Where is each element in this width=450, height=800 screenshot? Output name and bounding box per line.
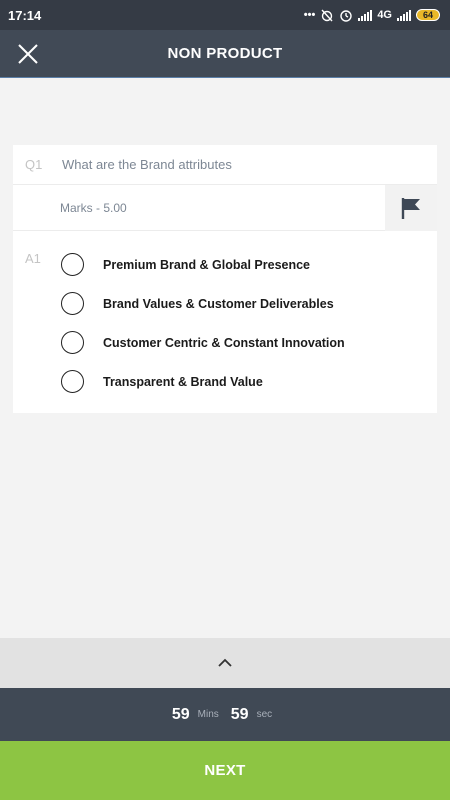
timer-seconds: 59 [230,705,249,723]
answer-option-label: Customer Centric & Constant Innovation [103,335,345,350]
answer-option[interactable]: Customer Centric & Constant Innovation [13,323,437,362]
chevron-up-icon [218,658,232,667]
collapse-toggle[interactable] [0,638,450,688]
question-text: What are the Brand attributes [62,157,232,172]
answer-option-label: Premium Brand & Global Presence [103,257,311,272]
answer-option-label: Brand Values & Customer Deliverables [103,296,334,311]
marks-row: Marks - 5.00 [13,184,437,231]
more-dots-icon: ••• [303,9,316,21]
radio-button[interactable] [61,370,84,393]
answer-option-label: Transparent & Brand Value [103,374,263,389]
answer-option[interactable]: Transparent & Brand Value [13,362,437,401]
marks-label: Marks - 5.00 [60,200,127,215]
close-icon [18,44,38,64]
radio-button[interactable] [61,331,84,354]
network-type: 4G [377,9,392,21]
signal-icon-2 [397,9,411,21]
status-icons: ••• 4G 64 [304,8,440,22]
status-bar: 17:14 ••• 4G 64 [0,0,450,30]
flag-icon [401,197,420,219]
answer-list: A1 Premium Brand & Global Presence Brand… [13,231,437,401]
answer-option[interactable]: Premium Brand & Global Presence [13,245,437,284]
alarm-off-icon [321,9,333,22]
radio-button[interactable] [61,292,84,315]
question-card: Q1 What are the Brand attributes Marks -… [13,145,437,413]
battery-icon: 64 [416,9,440,21]
next-button[interactable]: NEXT [0,741,450,800]
question-number: Q1 [25,157,43,172]
question-row: Q1 What are the Brand attributes [13,145,437,185]
timer-seconds-unit: sec [256,709,273,720]
app-header: NON PRODUCT [0,30,450,78]
status-time: 17:14 [8,7,42,23]
alarm-clock-icon [340,10,353,22]
timer-minutes: 59 [171,705,190,723]
timer-bar: 59 Mins 59 sec [0,688,450,741]
battery-level: 64 [422,10,433,20]
timer-minutes-unit: Mins [197,709,219,720]
radio-button[interactable] [61,253,84,276]
signal-icon [358,9,373,21]
close-button[interactable] [16,42,40,66]
answer-option[interactable]: Brand Values & Customer Deliverables [13,284,437,323]
answer-number: A1 [25,251,41,266]
flag-button[interactable] [385,184,437,231]
page-title: NON PRODUCT [167,45,283,62]
